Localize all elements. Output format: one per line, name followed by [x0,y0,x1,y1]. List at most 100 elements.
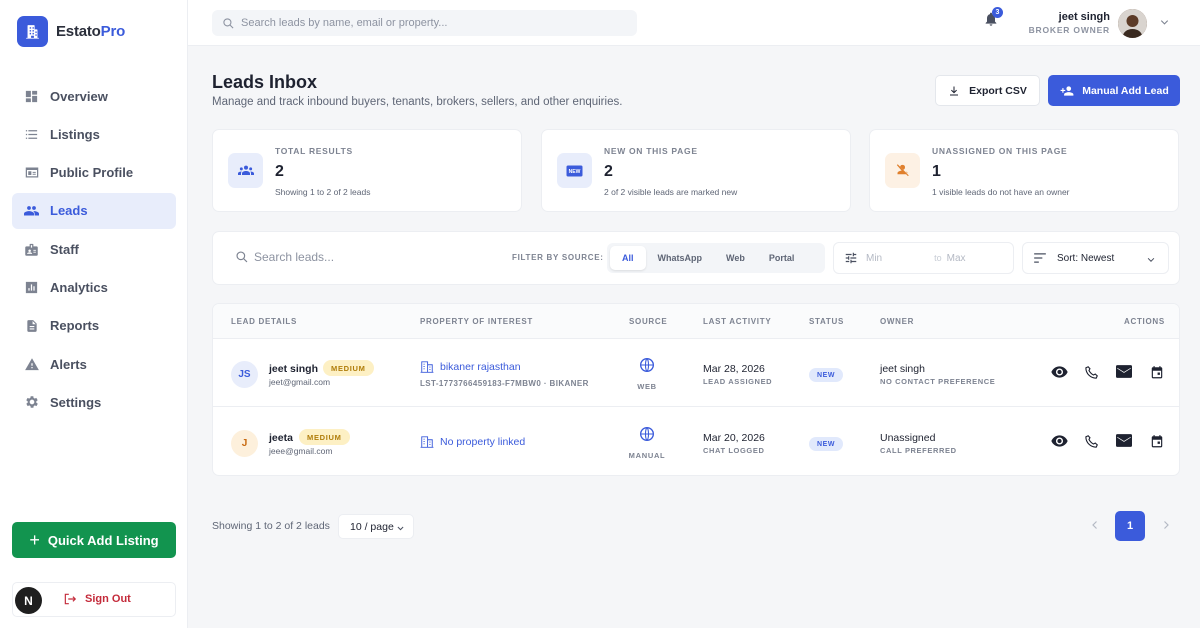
phone-icon[interactable] [1076,434,1109,449]
source-chip-whatsapp[interactable]: WhatsApp [646,246,715,270]
stat-value: 2 [604,163,613,180]
download-icon [950,86,959,95]
sidebar-item-label: Reports [50,318,100,334]
calendar-icon[interactable] [1141,434,1174,449]
owner-name: jeet singh [880,363,925,375]
min-input[interactable]: Min [866,253,882,264]
phone-icon[interactable] [1076,365,1109,380]
sidebar-item-public-profile[interactable]: Public Profile [12,155,176,191]
eye-icon[interactable] [1043,434,1076,449]
sidebar-item-label: Public Profile [50,165,134,181]
property-name: bikaner rajasthan [440,360,521,373]
lead-email: jeee@gmail.com [269,446,333,456]
sort-select[interactable]: Sort: Newest [1022,242,1169,274]
sidebar-item-listings[interactable]: Listings [12,116,176,152]
top-bar: Search leads by name, email or property.… [188,0,1200,46]
profile-card-icon [23,164,40,181]
activity-label: CHAT LOGGED [703,446,765,455]
mail-icon[interactable] [1108,434,1141,449]
sidebar-item-leads[interactable]: Leads [12,192,176,229]
lead-name[interactable]: jeet singh [269,363,318,375]
globe-icon [640,427,654,441]
group-icon [228,153,263,188]
stat-card-total: TOTAL RESULTS 2 Showing 1 to 2 of 2 lead… [212,129,522,212]
stat-value: 1 [932,163,941,180]
sidebar-item-analytics[interactable]: Analytics [12,269,176,305]
sidebar-item-label: Analytics [50,279,108,295]
plus-icon: + [29,530,40,550]
source-filter-group: All WhatsApp Web Portal [607,243,825,273]
owner-name: Unassigned [880,432,936,444]
activity-label: LEAD ASSIGNED [703,377,773,386]
sign-out-button[interactable]: Sign Out [63,592,131,606]
export-csv-button[interactable]: Export CSV [935,75,1040,106]
manual-add-lead-button[interactable]: Manual Add Lead [1048,75,1180,106]
search-icon [223,17,234,28]
sign-out-area: N Sign Out [12,582,176,617]
lead-name[interactable]: jeeta [269,432,293,444]
brand[interactable]: EstatoPro [17,16,125,47]
property-name: No property linked [440,435,526,448]
property-link[interactable]: bikaner rajasthan [420,360,521,373]
source-filter-label: FILTER BY SOURCE: [512,253,604,262]
source-label: WEB [637,382,657,391]
stat-label: NEW ON THIS PAGE [604,146,698,156]
global-search-input[interactable]: Search leads by name, email or property.… [212,10,637,36]
lead-source: WEB [633,357,661,391]
building-icon [420,361,434,373]
source-chip-web[interactable]: Web [714,246,757,270]
sidebar-item-label: Staff [50,241,79,257]
sidebar-item-alerts[interactable]: Alerts [12,346,176,382]
stat-card-new: NEW NEW ON THIS PAGE 2 2 of 2 visible le… [541,129,851,212]
global-search-placeholder: Search leads by name, email or property.… [241,17,448,29]
pagination-summary: Showing 1 to 2 of 2 leads [212,520,330,532]
chevron-down-icon[interactable] [1159,17,1170,28]
badge-icon [23,241,40,258]
stat-note: Showing 1 to 2 of 2 leads [275,187,371,197]
page-button-current[interactable]: 1 [1115,511,1145,541]
quick-add-listing-button[interactable]: + Quick Add Listing [12,522,176,558]
col-owner: OWNER [880,317,915,326]
avatar[interactable]: N [15,587,42,614]
col-lead-details: LEAD DETAILS [231,317,298,326]
page-size-select[interactable]: 10 / page [338,514,414,539]
table-row[interactable]: JS jeet singh MEDIUM jeet@gmail.com bika… [213,339,1179,407]
manual-add-label: Manual Add Lead [1082,84,1169,97]
page-title: Leads Inbox [212,72,318,92]
sidebar-item-overview[interactable]: Overview [12,78,176,114]
globe-icon [640,358,654,372]
search-icon [236,251,248,263]
user-avatar[interactable] [1118,9,1147,38]
sidebar-item-staff[interactable]: Staff [12,231,176,267]
quick-add-label: Quick Add Listing [47,532,159,548]
source-label: MANUAL [628,451,666,460]
mail-icon[interactable] [1108,365,1141,380]
filter-bar: Search leads... FILTER BY SOURCE: All Wh… [212,231,1180,285]
status-badge: NEW [809,368,844,382]
eye-icon[interactable] [1043,365,1076,380]
notification-count-badge: 3 [992,7,1003,18]
sidebar-item-settings[interactable]: Settings [12,384,176,420]
lead-search-input[interactable]: Search leads... [235,250,334,264]
calendar-icon[interactable] [1141,365,1174,380]
sidebar-nav: Overview Listings Public Profile Leads S… [12,78,176,423]
owner-note: NO CONTACT PREFERENCE [880,377,996,386]
property-link[interactable]: No property linked [420,435,525,448]
source-chip-all[interactable]: All [610,246,646,270]
svg-text:NEW: NEW [569,169,581,175]
notifications-button[interactable]: 3 [983,7,1003,28]
table-row[interactable]: J jeeta MEDIUM jeee@gmail.com No propert… [213,408,1179,475]
lead-email: jeet@gmail.com [269,377,331,387]
dashboard-icon [23,88,40,105]
chevron-right-icon[interactable] [1160,519,1172,531]
page-size-label: 10 / page [350,520,394,533]
person-add-icon [1060,85,1074,96]
chevron-left-icon[interactable] [1089,519,1101,531]
source-chip-portal[interactable]: Portal [757,246,807,270]
lead-source: MANUAL [629,426,665,460]
stat-value: 2 [275,163,284,180]
sidebar-item-reports[interactable]: Reports [12,308,176,344]
people-icon [23,202,40,219]
lead-search-placeholder: Search leads... [254,250,335,264]
max-input[interactable]: Max [947,253,966,264]
